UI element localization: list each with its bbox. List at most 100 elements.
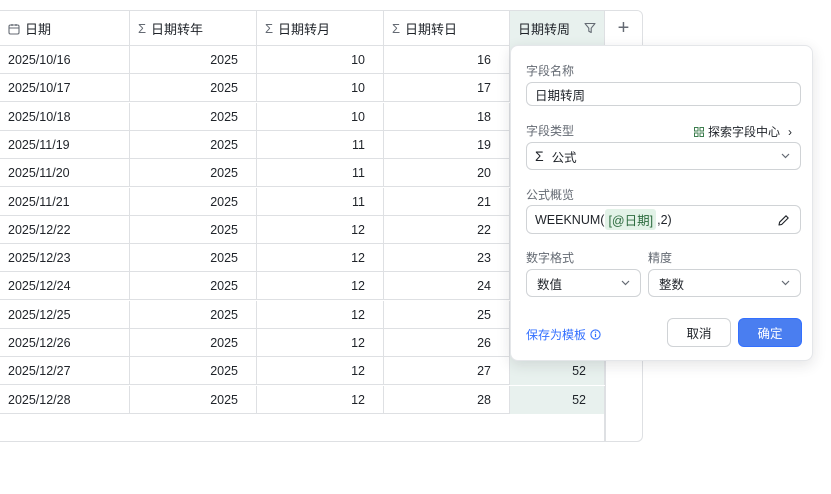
cell-week[interactable]: 52 [510, 385, 605, 414]
cell-day[interactable]: 17 [384, 74, 510, 103]
number-format-select[interactable]: 数值 [526, 269, 641, 297]
cell-year[interactable]: 2025 [130, 130, 257, 159]
cell-date[interactable]: 2025/12/22 [0, 215, 130, 244]
cell-date[interactable]: 2025/10/16 [0, 46, 130, 74]
table-row[interactable]: 2025/12/27 2025 12 27 52 [0, 357, 605, 386]
formula-field-tag: [@日期] [605, 209, 657, 230]
formula-prefix: WEEKNUM( [535, 212, 605, 227]
save-template-label: 保存为模板 [526, 328, 587, 342]
column-header-month[interactable]: Σ 日期转月 [257, 11, 384, 46]
cell-date[interactable]: 2025/12/23 [0, 244, 130, 273]
column-header-label: 日期转年 [151, 22, 204, 37]
chevron-down-icon [781, 153, 790, 159]
field-config-panel: 字段名称 日期转周 字段类型 探索字段中心 › Σ 公式 公式概览 WEEKNU… [510, 45, 813, 361]
calendar-icon [8, 23, 20, 35]
cell-month[interactable]: 12 [257, 272, 384, 301]
cell-month[interactable]: 12 [257, 300, 384, 329]
cell-month[interactable]: 10 [257, 74, 384, 103]
cell-month[interactable]: 12 [257, 215, 384, 244]
cell-month[interactable]: 11 [257, 187, 384, 216]
cell-date[interactable]: 2025/11/20 [0, 159, 130, 188]
cell-year[interactable]: 2025 [130, 159, 257, 188]
cell-day[interactable]: 26 [384, 329, 510, 357]
pencil-icon[interactable] [777, 214, 790, 227]
column-header-week[interactable]: 日期转周 [510, 11, 605, 46]
precision-label: 精度 [648, 251, 673, 265]
formula-suffix: ,2) [657, 212, 672, 227]
cell-date[interactable]: 2025/12/25 [0, 300, 130, 329]
formula-label: 公式概览 [526, 188, 575, 202]
cell-day[interactable]: 22 [384, 215, 510, 244]
cell-year[interactable]: 2025 [130, 215, 257, 244]
cell-year[interactable]: 2025 [130, 357, 257, 386]
cell-date[interactable]: 2025/12/24 [0, 272, 130, 301]
sigma-icon: Σ [535, 148, 544, 164]
cell-date[interactable]: 2025/10/17 [0, 74, 130, 103]
cell-year[interactable]: 2025 [130, 244, 257, 273]
cell-month[interactable]: 11 [257, 130, 384, 159]
sigma-icon: Σ [392, 21, 401, 36]
table-header: 日期 Σ 日期转年 Σ 日期转月 Σ 日期转日 日期转周 + [0, 11, 642, 46]
column-header-label: 日期转周 [518, 22, 571, 37]
cell-month[interactable]: 12 [257, 244, 384, 273]
cell-year[interactable]: 2025 [130, 300, 257, 329]
cell-date[interactable]: 2025/10/18 [0, 102, 130, 131]
cell-date[interactable]: 2025/11/19 [0, 130, 130, 159]
cell-year[interactable]: 2025 [130, 272, 257, 301]
cell-day[interactable]: 24 [384, 272, 510, 301]
cell-month[interactable]: 12 [257, 357, 384, 386]
cell-day[interactable]: 21 [384, 187, 510, 216]
cancel-button[interactable]: 取消 [667, 318, 731, 347]
cell-day[interactable]: 19 [384, 130, 510, 159]
column-header-year[interactable]: Σ 日期转年 [130, 11, 257, 46]
info-icon [590, 329, 601, 340]
column-header-label: 日期 [25, 22, 52, 37]
cell-day[interactable]: 23 [384, 244, 510, 273]
cell-year[interactable]: 2025 [130, 102, 257, 131]
sigma-icon: Σ [138, 21, 147, 36]
cell-day[interactable]: 16 [384, 46, 510, 74]
formula-input[interactable]: WEEKNUM( [@日期] ,2) [526, 205, 801, 234]
cell-day[interactable]: 20 [384, 159, 510, 188]
precision-select[interactable]: 整数 [648, 269, 801, 297]
cell-day[interactable]: 28 [384, 385, 510, 414]
number-format-value: 数值 [537, 277, 563, 292]
cell-month[interactable]: 12 [257, 329, 384, 357]
cell-date[interactable]: 2025/12/26 [0, 329, 130, 357]
cell-year[interactable]: 2025 [130, 74, 257, 103]
cell-day[interactable]: 27 [384, 357, 510, 386]
cell-date[interactable]: 2025/12/28 [0, 385, 130, 414]
cell-year[interactable]: 2025 [130, 187, 257, 216]
save-as-template-link[interactable]: 保存为模板 [526, 326, 601, 343]
column-header-day[interactable]: Σ 日期转日 [384, 11, 510, 46]
chevron-down-icon [781, 280, 790, 286]
cell-year[interactable]: 2025 [130, 329, 257, 357]
number-format-label: 数字格式 [526, 251, 575, 265]
explore-field-center-link[interactable]: 探索字段中心 › [693, 123, 792, 140]
cell-year[interactable]: 2025 [130, 46, 257, 74]
cell-day[interactable]: 18 [384, 102, 510, 131]
cell-month[interactable]: 12 [257, 385, 384, 414]
cell-month[interactable]: 10 [257, 46, 384, 74]
add-column-button[interactable]: + [605, 11, 642, 46]
cell-month[interactable]: 10 [257, 102, 384, 131]
field-type-label: 字段类型 [526, 124, 575, 138]
cell-day[interactable]: 25 [384, 300, 510, 329]
cell-month[interactable]: 11 [257, 159, 384, 188]
precision-value: 整数 [659, 277, 685, 292]
chevron-down-icon [621, 280, 630, 286]
table-row[interactable]: 2025/12/28 2025 12 28 52 [0, 385, 605, 414]
chevron-right-icon: › [788, 124, 792, 139]
column-header-label: 日期转日 [405, 22, 458, 37]
filter-icon[interactable] [584, 22, 596, 34]
cell-week[interactable]: 52 [510, 357, 605, 386]
field-type-select[interactable]: Σ 公式 [526, 142, 801, 170]
cell-year[interactable]: 2025 [130, 385, 257, 414]
grid-icon [693, 126, 704, 137]
explore-link-label: 探索字段中心 [707, 125, 780, 139]
cell-date[interactable]: 2025/11/21 [0, 187, 130, 216]
cell-date[interactable]: 2025/12/27 [0, 357, 130, 386]
confirm-button[interactable]: 确定 [738, 318, 802, 347]
field-name-input[interactable]: 日期转周 [526, 82, 801, 106]
column-header-date[interactable]: 日期 [0, 11, 130, 46]
